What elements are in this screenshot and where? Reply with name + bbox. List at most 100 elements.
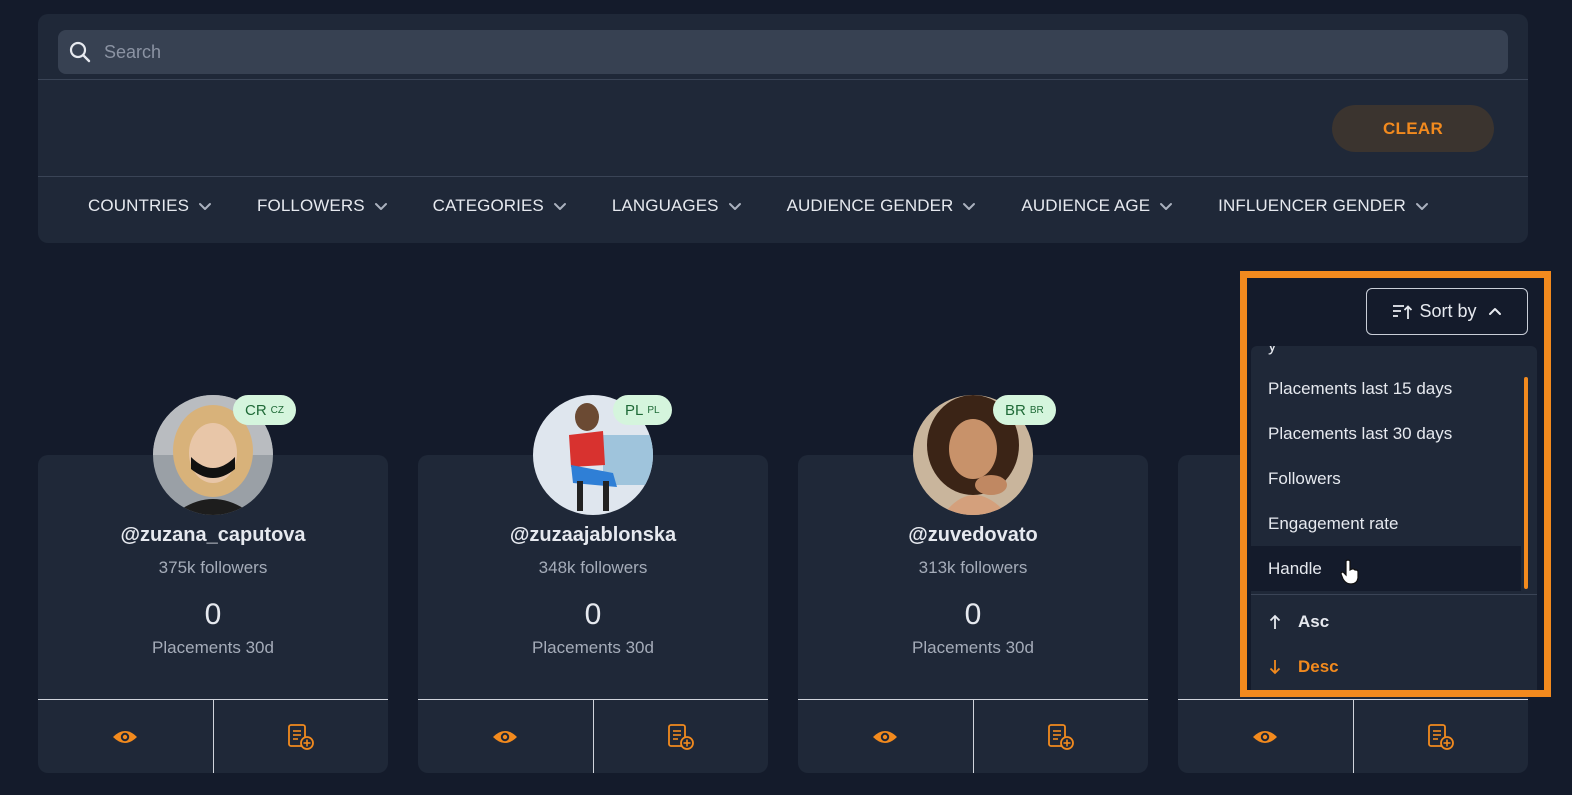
chevron-down-icon xyxy=(199,203,212,210)
eye-icon xyxy=(1253,730,1278,743)
filter-categories[interactable]: CATEGORIES xyxy=(433,196,568,216)
option-label: Followers xyxy=(1268,468,1341,488)
filter-influencer-gender[interactable]: INFLUENCER GENDER xyxy=(1218,196,1430,216)
filter-languages[interactable]: LANGUAGES xyxy=(612,196,743,216)
sort-option[interactable]: Placements last 30 days xyxy=(1251,411,1521,456)
placements-value: 0 xyxy=(204,598,222,631)
sort-by-button[interactable]: Sort by xyxy=(1366,288,1528,335)
view-button[interactable] xyxy=(38,700,213,773)
chevron-down-icon xyxy=(1160,203,1173,210)
add-to-list-icon xyxy=(1047,723,1074,750)
chevron-down-icon xyxy=(963,203,976,210)
chevron-down-icon xyxy=(1415,203,1428,210)
country-code: CR xyxy=(245,401,267,419)
filter-label: COUNTRIES xyxy=(88,196,190,215)
influencer-handle[interactable]: @zuzana_caputova xyxy=(38,524,388,547)
card-actions xyxy=(418,699,768,773)
filter-followers[interactable]: FOLLOWERS xyxy=(257,196,389,216)
sort-dropdown-highlight: Sort by y Placements last 15 days Placem… xyxy=(1240,271,1551,697)
sort-menu: y Placements last 15 days Placements las… xyxy=(1251,346,1537,690)
view-button[interactable] xyxy=(798,700,973,773)
divider xyxy=(38,79,1528,80)
view-button[interactable] xyxy=(1178,700,1353,773)
followers-count: 313k followers xyxy=(918,558,1028,577)
arrow-down-icon xyxy=(1269,660,1281,675)
view-button[interactable] xyxy=(418,700,593,773)
filter-label: CATEGORIES xyxy=(432,196,544,215)
filter-audience-age[interactable]: AUDIENCE AGE xyxy=(1021,196,1174,216)
country-code: PL xyxy=(625,401,644,419)
filter-label: FOLLOWERS xyxy=(257,196,365,215)
filter-label: AUDIENCE GENDER xyxy=(786,196,954,215)
add-to-list-button[interactable] xyxy=(592,700,769,773)
card-actions xyxy=(38,699,388,773)
add-to-list-icon xyxy=(287,723,314,750)
card-actions xyxy=(1178,699,1528,773)
placements-value: 0 xyxy=(964,598,982,631)
sort-desc-option[interactable]: Desc xyxy=(1268,657,1339,677)
filter-label: INFLUENCER GENDER xyxy=(1218,196,1406,215)
filter-bar: COUNTRIES FOLLOWERS CATEGORIES LANGUAGES… xyxy=(88,194,1430,218)
chevron-down-icon xyxy=(553,203,566,210)
add-to-list-icon xyxy=(667,723,694,750)
placements-label: Placements 30d xyxy=(152,638,274,657)
clipped-option: y xyxy=(1268,346,1277,356)
influencer-card: PL PL @zuzaajablonska 348k followers 0 P… xyxy=(418,395,768,773)
flag-code: CZ xyxy=(270,404,285,416)
option-label: Placements last 30 days xyxy=(1268,423,1453,443)
placements-value: 0 xyxy=(584,598,602,631)
sort-asc-option[interactable]: Asc xyxy=(1268,612,1329,632)
asc-label: Asc xyxy=(1298,612,1330,631)
desc-label: Desc xyxy=(1298,657,1339,676)
sort-icon xyxy=(1393,304,1413,319)
divider xyxy=(38,176,1528,177)
influencer-card: BR BR @zuvedovato 313k followers 0 Place… xyxy=(798,395,1148,773)
chevron-down-icon xyxy=(728,203,741,210)
sort-option-handle[interactable]: Handle xyxy=(1251,546,1521,591)
option-label: Handle xyxy=(1268,558,1322,578)
filter-label: LANGUAGES xyxy=(611,196,719,215)
placements-label: Placements 30d xyxy=(532,638,654,657)
influencer-card: CR CZ @zuzana_caputova 375k followers 0 … xyxy=(38,395,388,773)
country-code: BR xyxy=(1005,401,1026,419)
followers-count: 348k followers xyxy=(538,558,648,577)
chevron-down-icon xyxy=(374,203,387,210)
search-icon xyxy=(69,41,91,63)
placements-label: Placements 30d xyxy=(912,638,1034,657)
sort-option[interactable]: Engagement rate xyxy=(1251,501,1521,546)
search-bar[interactable] xyxy=(58,30,1508,74)
filter-label: AUDIENCE AGE xyxy=(1021,196,1151,215)
sort-option[interactable]: Followers xyxy=(1251,456,1521,501)
scrollbar[interactable] xyxy=(1524,377,1528,589)
divider xyxy=(1251,594,1537,595)
eye-icon xyxy=(873,730,898,743)
country-badge: PL PL xyxy=(613,395,672,425)
option-label: Placements last 15 days xyxy=(1268,378,1453,398)
flag-code: BR xyxy=(1029,404,1044,416)
card-actions xyxy=(798,699,1148,773)
avatar-wrap: BR BR xyxy=(913,395,1056,515)
followers-count: 375k followers xyxy=(158,558,268,577)
avatar-wrap: CR CZ xyxy=(153,395,297,515)
country-badge: CR CZ xyxy=(233,395,297,425)
search-input[interactable] xyxy=(104,30,1508,74)
country-badge: BR BR xyxy=(993,395,1056,425)
filter-countries[interactable]: COUNTRIES xyxy=(88,196,213,216)
eye-icon xyxy=(113,730,138,743)
influencer-handle[interactable]: @zuzaajablonska xyxy=(418,524,768,547)
sort-by-label: Sort by xyxy=(1419,301,1477,321)
add-to-list-button[interactable] xyxy=(1352,700,1529,773)
add-to-list-button[interactable] xyxy=(212,700,389,773)
chevron-up-icon xyxy=(1488,307,1501,315)
add-to-list-icon xyxy=(1427,723,1454,750)
flag-code: PL xyxy=(647,404,660,416)
hand-cursor-icon xyxy=(1340,559,1359,585)
filter-panel: CLEAR COUNTRIES FOLLOWERS CATEGORIES LAN… xyxy=(38,14,1528,243)
sort-option[interactable]: Placements last 15 days xyxy=(1251,366,1521,411)
influencer-handle[interactable]: @zuvedovato xyxy=(798,524,1148,547)
filter-audience-gender[interactable]: AUDIENCE GENDER xyxy=(787,196,978,216)
clear-button[interactable]: CLEAR xyxy=(1332,105,1494,152)
option-label: Engagement rate xyxy=(1268,513,1399,533)
add-to-list-button[interactable] xyxy=(972,700,1149,773)
arrow-up-icon xyxy=(1269,614,1281,629)
